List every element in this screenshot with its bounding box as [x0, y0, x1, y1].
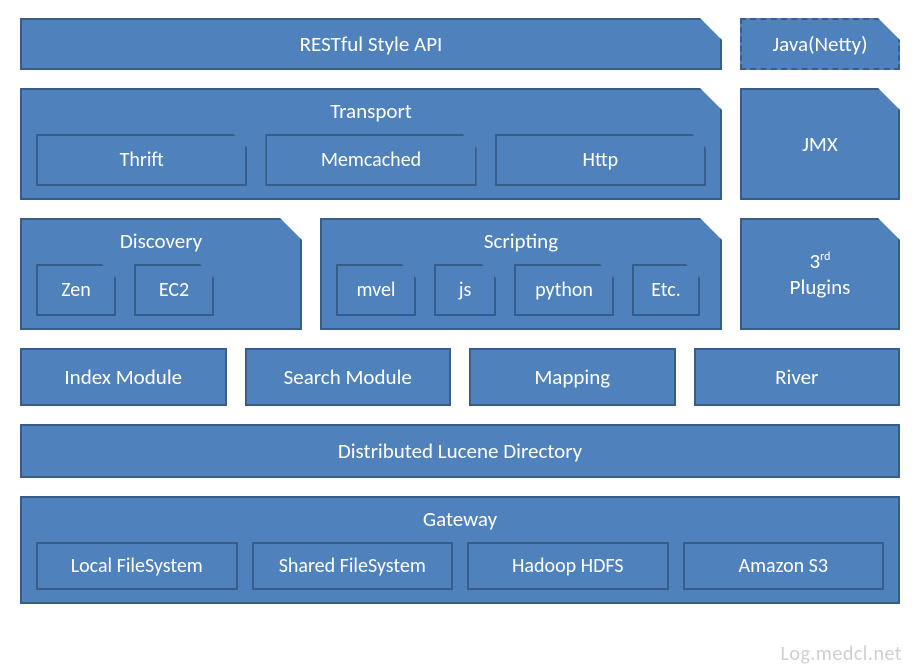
gateway-items: Local FileSystem Shared FileSystem Hadoo… [36, 542, 884, 590]
inner-thrift: Thrift [36, 134, 247, 186]
memcached-label: Memcached [321, 148, 421, 172]
amazon-s3-label: Amazon S3 [739, 554, 829, 578]
distributed-label: Distributed Lucene Directory [338, 438, 582, 464]
block-java-netty: Java(Netty) [740, 18, 900, 70]
container-gateway: Gateway Local FileSystem Shared FileSyst… [20, 496, 900, 604]
row-distributed: Distributed Lucene Directory [20, 424, 900, 478]
thrift-label: Thrift [120, 148, 164, 172]
block-search-module: Search Module [245, 348, 452, 406]
jmx-label: JMX [802, 131, 838, 157]
http-label: Http [582, 148, 618, 172]
search-module-label: Search Module [284, 364, 412, 390]
etc-label: Etc. [651, 278, 681, 302]
block-distributed-lucene: Distributed Lucene Directory [20, 424, 900, 478]
plugins-line2: Plugins [790, 274, 851, 300]
row-transport: Transport Thrift Memcached Http JMX [20, 88, 900, 200]
inner-http: Http [495, 134, 706, 186]
inner-etc: Etc. [632, 264, 700, 316]
container-transport: Transport Thrift Memcached Http [20, 88, 722, 200]
inner-hadoop-hdfs: Hadoop HDFS [467, 542, 669, 590]
discovery-title: Discovery [36, 228, 286, 254]
container-scripting: Scripting mvel js python Etc. [320, 218, 722, 330]
java-netty-label: Java(Netty) [772, 31, 867, 57]
index-module-label: Index Module [64, 364, 182, 390]
block-index-module: Index Module [20, 348, 227, 406]
hadoop-hdfs-label: Hadoop HDFS [512, 554, 624, 578]
inner-memcached: Memcached [265, 134, 476, 186]
mapping-label: Mapping [534, 364, 610, 390]
python-label: python [535, 278, 593, 302]
river-label: River [775, 364, 818, 390]
gateway-title: Gateway [36, 506, 884, 532]
inner-zen: Zen [36, 264, 116, 316]
block-mapping: Mapping [469, 348, 676, 406]
restful-api-label: RESTful Style API [300, 31, 443, 57]
scripting-items: mvel js python Etc. [336, 264, 706, 316]
row-api: RESTful Style API Java(Netty) [20, 18, 900, 70]
block-jmx: JMX [740, 88, 900, 200]
inner-shared-fs: Shared FileSystem [252, 542, 454, 590]
shared-fs-label: Shared FileSystem [279, 554, 426, 578]
discovery-items: Zen EC2 [36, 264, 286, 316]
ec2-label: EC2 [159, 278, 189, 302]
inner-amazon-s3: Amazon S3 [683, 542, 885, 590]
mvel-label: mvel [356, 278, 395, 302]
row-modules: Index Module Search Module Mapping River [20, 348, 900, 406]
zen-label: Zen [61, 278, 91, 302]
plugins-num: 3 [810, 248, 821, 274]
inner-ec2: EC2 [134, 264, 214, 316]
inner-js: js [434, 264, 496, 316]
transport-items: Thrift Memcached Http [36, 134, 706, 186]
plugins-ord: rd [820, 250, 830, 264]
row-discovery-scripting: Discovery Zen EC2 Scripting mvel js pyth… [20, 218, 900, 330]
inner-python: python [514, 264, 614, 316]
block-restful-api: RESTful Style API [20, 18, 722, 70]
watermark-text: Log.medcl.net [781, 642, 903, 666]
inner-local-fs: Local FileSystem [36, 542, 238, 590]
container-discovery: Discovery Zen EC2 [20, 218, 302, 330]
block-river: River [694, 348, 901, 406]
scripting-title: Scripting [336, 228, 706, 254]
local-fs-label: Local FileSystem [71, 554, 203, 578]
transport-title: Transport [36, 98, 706, 124]
plugins-line1: 3rd [810, 248, 831, 274]
row-gateway: Gateway Local FileSystem Shared FileSyst… [20, 496, 900, 604]
block-3rd-plugins: 3rd Plugins [740, 218, 900, 330]
inner-mvel: mvel [336, 264, 416, 316]
js-label: js [459, 278, 472, 302]
